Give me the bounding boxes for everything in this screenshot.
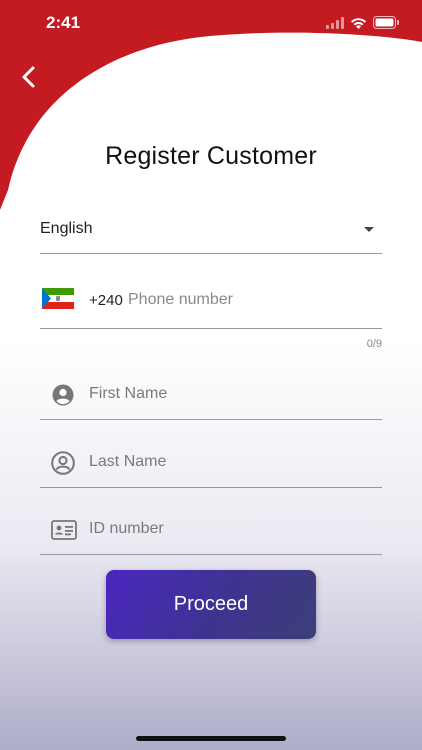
country-code: +240 (89, 292, 123, 309)
proceed-button[interactable]: Proceed (106, 570, 316, 639)
back-button[interactable] (14, 62, 44, 92)
home-indicator (136, 736, 286, 741)
last-name-field (40, 436, 382, 488)
language-select[interactable]: English (40, 210, 382, 254)
phone-number-input[interactable] (126, 287, 380, 313)
proceed-button-label: Proceed (173, 593, 249, 615)
id-card-icon (50, 517, 78, 543)
status-time: 2:41 (46, 13, 81, 32)
first-name-field (40, 368, 382, 420)
battery-icon (373, 16, 399, 29)
equatorial-guinea-flag-icon[interactable] (42, 288, 74, 309)
person-filled-icon (50, 382, 76, 408)
person-outline-icon (50, 450, 76, 476)
wifi-icon (351, 17, 366, 29)
last-name-input[interactable] (87, 448, 371, 476)
language-selected-value: English (40, 220, 93, 237)
chevron-left-icon (22, 66, 35, 88)
status-icons (326, 16, 400, 29)
page-title: Register Customer (105, 142, 317, 170)
first-name-input[interactable] (87, 380, 371, 408)
id-number-input[interactable] (87, 515, 371, 543)
phone-field: +240 (40, 275, 382, 329)
phone-character-counter: 0/9 (366, 338, 382, 350)
id-number-field (40, 503, 382, 555)
status-bar: 2:41 (0, 0, 422, 48)
signal-icon (326, 16, 344, 29)
dropdown-arrow-icon (364, 227, 374, 232)
